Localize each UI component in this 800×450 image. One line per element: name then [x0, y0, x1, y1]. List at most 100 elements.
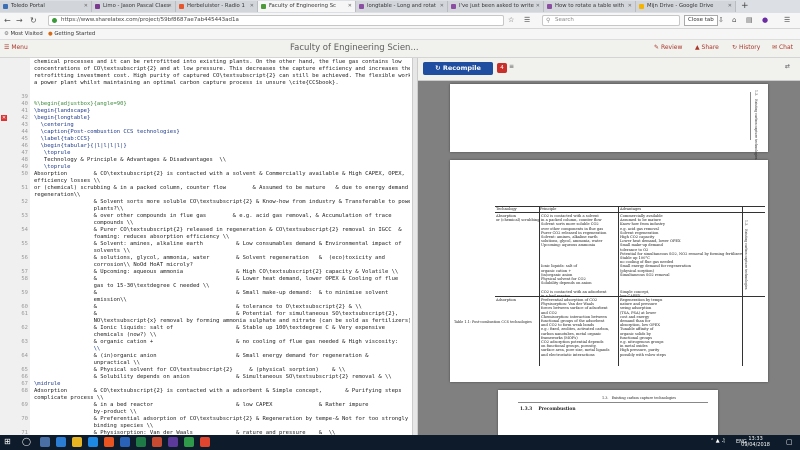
reader-icon[interactable]: ☰: [524, 16, 530, 25]
code-line[interactable]: ✕ 42 \begin{longtable}: [0, 115, 412, 122]
code-line[interactable]: corrosion\\ NoOd HoAT microly?: [0, 262, 412, 269]
clock[interactable]: 13:33 09/04/2018: [741, 436, 770, 448]
code-line[interactable]: 40 %\begin{adjustbox}{angle=90}: [0, 101, 412, 108]
project-title[interactable]: Faculty of Engineering Scien...: [290, 43, 419, 53]
code-line[interactable]: 62 & Ionic liquids: salt of & Stable up …: [0, 325, 412, 332]
code-line[interactable]: 60 & & tolerance to O\textsubscript{2} &…: [0, 304, 412, 311]
search-icon[interactable]: ◯: [22, 437, 31, 447]
browser-tab[interactable]: Faculty of Engineering Sc ✕: [258, 1, 356, 12]
word-icon[interactable]: [120, 437, 130, 447]
tab-close-icon[interactable]: ✕: [440, 1, 444, 12]
code-line[interactable]: by-product \\: [0, 409, 412, 416]
menu-button[interactable]: ☰ Menu: [4, 44, 28, 51]
tab-close-icon[interactable]: ✕: [84, 1, 88, 12]
source-editor[interactable]: chemical processes and it can be retrofi…: [0, 58, 412, 435]
code-line[interactable]: concentrations of CO\textsubscript{2} an…: [0, 66, 412, 73]
app-icon[interactable]: [184, 437, 194, 447]
code-line[interactable]: 57 & Upcoming: aqueous ammonia & High CO…: [0, 269, 412, 276]
code-line[interactable]: foaming: reduces absorption efficiency \…: [0, 234, 412, 241]
code-line[interactable]: 59 & & Small make-up demand: & to minimi…: [0, 290, 412, 297]
onenote-icon[interactable]: [168, 437, 178, 447]
code-line[interactable]: \\: [0, 346, 412, 353]
url-field[interactable]: https://www.sharelatex.com/project/59bf8…: [48, 15, 504, 26]
file-explorer-icon[interactable]: [72, 437, 82, 447]
error-marker-icon[interactable]: ✕: [1, 115, 7, 121]
tab-close-icon[interactable]: ✕: [728, 1, 732, 12]
code-line[interactable]: NO\textsubscript{x} removal by forming a…: [0, 318, 412, 325]
browser-tab[interactable]: Limo - Jason Pascal Claes ✕: [92, 1, 176, 12]
code-line[interactable]: 55 & Solvent: amines, alkaline earth & L…: [0, 241, 412, 248]
code-line[interactable]: a power plant whilst maintaining an opti…: [0, 80, 412, 87]
home-icon[interactable]: ⌂: [732, 16, 736, 25]
review-button[interactable]: ✎ Review: [654, 44, 682, 51]
tab-close-icon[interactable]: ✕: [250, 1, 254, 12]
back-arrow-icon[interactable]: ←: [4, 16, 11, 25]
code-line[interactable]: 67 \midrule: [0, 381, 412, 388]
browser-tab[interactable]: Mijn Drive - Google Drive ✕: [636, 1, 736, 12]
bookmark-star-icon[interactable]: ☆: [508, 16, 514, 25]
new-tab-icon[interactable]: +: [741, 0, 749, 12]
code-line[interactable]: 52 & Solvent sorts more soluble CO\texts…: [0, 199, 412, 206]
browser-tab[interactable]: Toledo Portal ✕: [0, 1, 92, 12]
bookmark-most-visited[interactable]: ⚙ Most Visited: [4, 29, 43, 39]
code-line[interactable]: 49 \toprule: [0, 164, 412, 171]
code-line[interactable]: 44 \caption{Post-combustion CCS technolo…: [0, 129, 412, 136]
code-line[interactable]: emission\\: [0, 297, 412, 304]
reload-icon[interactable]: ↻: [30, 16, 37, 25]
tab-close-icon[interactable]: ✕: [168, 1, 172, 12]
app-icon[interactable]: [200, 437, 210, 447]
task-view-icon[interactable]: [40, 437, 50, 447]
code-line[interactable]: 64 & (in)organic anion & Small energy de…: [0, 353, 412, 360]
code-line[interactable]: 46 \begin{tabular}{|l|l|l|l|}: [0, 143, 412, 150]
code-line[interactable]: solvents \\: [0, 248, 412, 255]
code-line[interactable]: 68 Adsorption & CO\textsubscript{2} is co…: [0, 388, 412, 395]
code-line[interactable]: 53 & over other compounds in flue gas & …: [0, 213, 412, 220]
code-line[interactable]: chemicals (now?) \\: [0, 332, 412, 339]
browser-tab[interactable]: I've just been asked to write ✕: [448, 1, 544, 12]
browser-tab[interactable]: Herbeluister - Radio 1 ✕: [176, 1, 258, 12]
extension-icon[interactable]: ●: [762, 16, 768, 25]
code-line[interactable]: 54 & Purer CO\textsubscript{2} released …: [0, 227, 412, 234]
code-line[interactable]: [0, 87, 412, 94]
code-line[interactable]: complicate process \\: [0, 395, 412, 402]
code-line[interactable]: unpractical \\: [0, 360, 412, 367]
code-line[interactable]: 41 \begin{landscape}: [0, 108, 412, 115]
store-icon[interactable]: [88, 437, 98, 447]
code-line[interactable]: 58 & & Lower heat demand, lower OPEX & C…: [0, 276, 412, 283]
code-line[interactable]: 45 \label{tab:CCS}: [0, 136, 412, 143]
view-options-button[interactable]: ≡: [509, 63, 514, 70]
code-line[interactable]: efficiency losses \\: [0, 178, 412, 185]
code-line[interactable]: 69 & in a bed reactor & low CAPEX & Rath…: [0, 402, 412, 409]
share-button[interactable]: ▲ Share: [695, 44, 719, 51]
history-button[interactable]: ↻ History: [732, 44, 760, 51]
windows-start-icon[interactable]: ⊞: [4, 437, 11, 447]
tab-close-icon[interactable]: ✕: [348, 1, 352, 12]
code-line[interactable]: binding species \\: [0, 423, 412, 430]
code-line[interactable]: 65 & Physical solvent for CO\textsubscri…: [0, 367, 412, 374]
chat-button[interactable]: ✉ Chat: [772, 44, 793, 51]
code-line[interactable]: plants?\\: [0, 206, 412, 213]
edge-icon[interactable]: [56, 437, 66, 447]
browser-tab[interactable]: longtable - Long and rotat ✕: [356, 1, 448, 12]
tab-close-icon[interactable]: ✕: [536, 1, 540, 12]
library-icon[interactable]: ▤: [746, 16, 753, 25]
download-icon[interactable]: ⇩: [718, 16, 724, 25]
code-line[interactable]: 43 \centering: [0, 122, 412, 129]
code-line[interactable]: 70 & Preferential adsorption of CO\texts…: [0, 416, 412, 423]
code-line[interactable]: 47 \toprule: [0, 150, 412, 157]
notifications-icon[interactable]: ▢: [786, 438, 793, 446]
error-count-badge[interactable]: 4: [497, 63, 507, 73]
powerpoint-icon[interactable]: [152, 437, 162, 447]
close-tab-button[interactable]: Close tab: [684, 15, 718, 26]
code-line[interactable]: chemical processes and it can be retrofi…: [0, 59, 412, 66]
code-line[interactable]: 51 or (chemical) scrubbing & in a packed …: [0, 185, 412, 192]
code-line[interactable]: 61 & & Potential for simultaneous SO\tex…: [0, 311, 412, 318]
code-line[interactable]: 50 Absorption & CO\textsubscript{2} is co…: [0, 171, 412, 178]
firefox-icon[interactable]: [104, 437, 114, 447]
code-line[interactable]: 66 & Solubility depends on anion & Simul…: [0, 374, 412, 381]
expand-icon[interactable]: ⇄: [785, 63, 790, 70]
search-field[interactable]: ⚲ Search: [542, 15, 680, 26]
code-line[interactable]: 48 Technology & Principle & Advantages &…: [0, 157, 412, 164]
forward-arrow-icon[interactable]: →: [16, 16, 23, 25]
code-line[interactable]: 63 & organic cation + & no cooling of fl…: [0, 339, 412, 346]
